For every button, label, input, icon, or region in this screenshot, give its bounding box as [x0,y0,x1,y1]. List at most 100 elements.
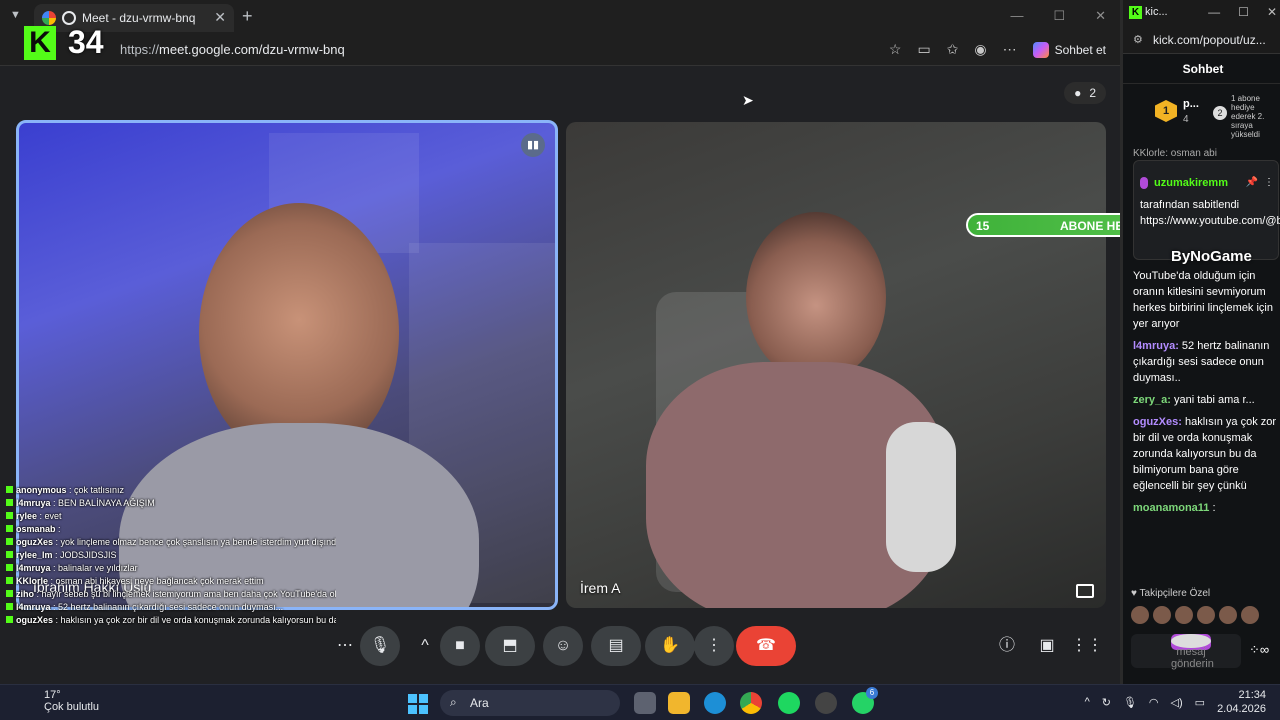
chat-message[interactable]: moanamona11 : [1133,500,1279,516]
sync-icon[interactable]: ↻ [1102,696,1111,709]
star-icon[interactable]: ☆ [889,41,902,58]
overlay-chat-user: rylee [16,511,38,521]
emote-icon[interactable] [1153,606,1171,624]
leave-call-button[interactable]: ☎ [736,626,796,666]
kick-badge-icon [6,525,13,532]
overlay-chat-row: anonymous : çok tatlısınız [6,484,336,497]
pinned-text: tarafından sabitlendi https://www.youtub… [1140,199,1280,227]
present-screen-button[interactable]: ⬒ [485,626,535,666]
kick-maximize-icon[interactable]: ☐ [1238,5,1249,19]
taskbar-search[interactable]: ⌕ Ara [440,690,620,716]
captions-button[interactable]: ▤ [591,626,641,666]
browser-window: ▼ Meet - dzu-vrmw-bnq ✕ + — ☐ ✕ https://… [0,0,1120,684]
emote-icon[interactable] [1219,606,1237,624]
chrome-taskbar-icon[interactable] [740,692,762,714]
emote-icon[interactable] [1131,606,1149,624]
chat-icon[interactable]: ▣ [1027,626,1067,666]
new-tab-icon[interactable]: + [242,6,253,27]
clock[interactable]: 21:34 2.04.2026 [1217,688,1266,716]
top-gifter-name[interactable]: p... [1183,98,1199,110]
copilot-icon [1032,41,1049,58]
emote-icon[interactable] [1197,606,1215,624]
volume-icon[interactable]: ◁) [1171,696,1183,709]
participants-count: 2 [1089,86,1096,100]
chat-message[interactable]: oguzXes: haklısın ya çok zor bir dil ve … [1133,414,1279,494]
tab-meet[interactable]: Meet - dzu-vrmw-bnq ✕ [34,4,234,32]
tray-expand-icon[interactable]: ^ [1085,696,1090,708]
chat-message[interactable]: l4mruya: 52 hertz balinanın çıkardığı se… [1133,338,1279,386]
info-icon[interactable]: ⓘ [987,626,1027,666]
mic-tray-icon[interactable]: 🎙 [1123,696,1137,709]
emote-icon[interactable] [1241,606,1259,624]
participants-indicator[interactable]: ● 2 [1064,82,1106,104]
kick-badge-icon [6,603,13,610]
microphone-button[interactable]: 🎙 [360,626,400,666]
people-icon: ● [1074,86,1082,100]
kick-badge-icon [6,590,13,597]
kick-badge-icon [6,551,13,558]
close-tab-icon[interactable]: ✕ [214,9,226,26]
more-options-icon[interactable]: ⋯ [325,626,365,666]
favorites-icon[interactable]: ✩ [947,41,959,58]
chat-header: Sohbet [1123,56,1280,84]
participant-name-right: İrem A [580,580,621,596]
chat-username[interactable]: l4mruya: [1133,340,1179,352]
url-text[interactable]: https://meet.google.com/dzu-vrmw-bnq [120,42,345,57]
copilot-chat-button[interactable]: Sohbet et [1032,41,1106,58]
pinned-message[interactable]: uzumakiremm 📌 ⋮ tarafından sabitlendi ht… [1133,160,1280,260]
edge-icon[interactable] [704,692,726,714]
desktop-screen: ▼ Meet - dzu-vrmw-bnq ✕ + — ☐ ✕ https://… [0,0,1280,720]
video-tile-irem[interactable]: İrem A [566,122,1106,608]
kick-minimize-icon[interactable]: — [1208,5,1220,19]
chat-input[interactable]: Bir mesaj gönderin [1131,634,1241,670]
emoji-icon[interactable] [1171,634,1211,648]
more-icon[interactable]: ⋯ [1003,41,1017,58]
kick-title-bar: K kic... — ☐ ✕ [1123,0,1280,26]
overlay-chat-user: l4mruya [16,563,51,573]
overlay-chat-text: osman abi hikayesi neye bağlancak çok me… [55,576,264,586]
chat-message[interactable]: YouTube'da olduğum için oranın kitlesini… [1133,268,1279,332]
weather-widget[interactable]: 17° Çok bulutlu [44,689,99,713]
overlay-chat-text: BEN BALİNAYA AĞIŞIM [58,498,155,508]
speaking-icon: ▮▮ [521,133,545,157]
chat-settings-icon[interactable]: ⁘∞ [1249,642,1269,658]
meet-controls: ⋯ 🎙 ^ ■ ⬒ ☺ ▤ ✋ ⋮ ☎ ⓘ ▣ ⋮⋮ [0,622,1120,668]
picture-in-picture-icon[interactable] [1076,584,1094,598]
kick-close-icon[interactable]: ✕ [1267,5,1277,19]
tab-list-chevron-icon[interactable]: ▼ [10,9,21,21]
url-host: meet.google.com/dzu-vrmw-bnq [159,42,345,57]
chat-message[interactable]: zery_a: yani tabi ama r... [1133,392,1279,408]
site-settings-icon[interactable]: ⚙ [1133,33,1143,46]
close-window-icon[interactable]: ✕ [1095,8,1106,24]
wifi-icon[interactable]: ◠ [1149,696,1159,709]
chat-username[interactable]: zery_a: [1133,394,1171,406]
maximize-icon[interactable]: ☐ [1053,8,1065,24]
minimize-icon[interactable]: — [1010,8,1023,24]
camera-button[interactable]: ■ [440,626,480,666]
chat-username[interactable]: moanamona11 [1133,502,1209,514]
overlay-chat-user: l4mruya [16,498,51,508]
camera-icon[interactable]: ▭ [917,41,930,58]
spotify-icon[interactable] [778,692,800,714]
profile-icon[interactable]: ◉ [974,41,986,58]
battery-icon[interactable]: ▭ [1195,696,1205,709]
window-controls: — ☐ ✕ [1010,8,1106,24]
raise-hand-button[interactable]: ✋ [645,626,695,666]
file-explorer-icon[interactable] [668,692,690,714]
pinned-user[interactable]: uzumakiremm [1154,177,1228,189]
more-actions-button[interactable]: ⋮ [694,626,734,666]
emoji-button[interactable]: ☺ [543,626,583,666]
kick-address-bar[interactable]: ⚙ kick.com/popout/uz... [1123,26,1280,54]
apps-grid-icon[interactable]: ⋮⋮ [1067,626,1107,666]
pinned-more-icon[interactable]: ⋮ [1264,177,1274,188]
emote-icon[interactable] [1175,606,1193,624]
task-view-icon[interactable] [634,692,656,714]
chat-username[interactable]: oguzXes: [1133,416,1182,428]
chevron-up-icon[interactable]: ^ [405,626,445,666]
start-button[interactable] [408,694,428,714]
overlay-chat-user: l4mruya [16,602,51,612]
obs-icon[interactable] [815,692,837,714]
address-bar[interactable]: https://meet.google.com/dzu-vrmw-bnq ☆ ▭… [0,34,1120,66]
followers-only-text: Takipçilere Özel [1139,588,1211,599]
pin-icon[interactable]: 📌 [1246,177,1258,188]
